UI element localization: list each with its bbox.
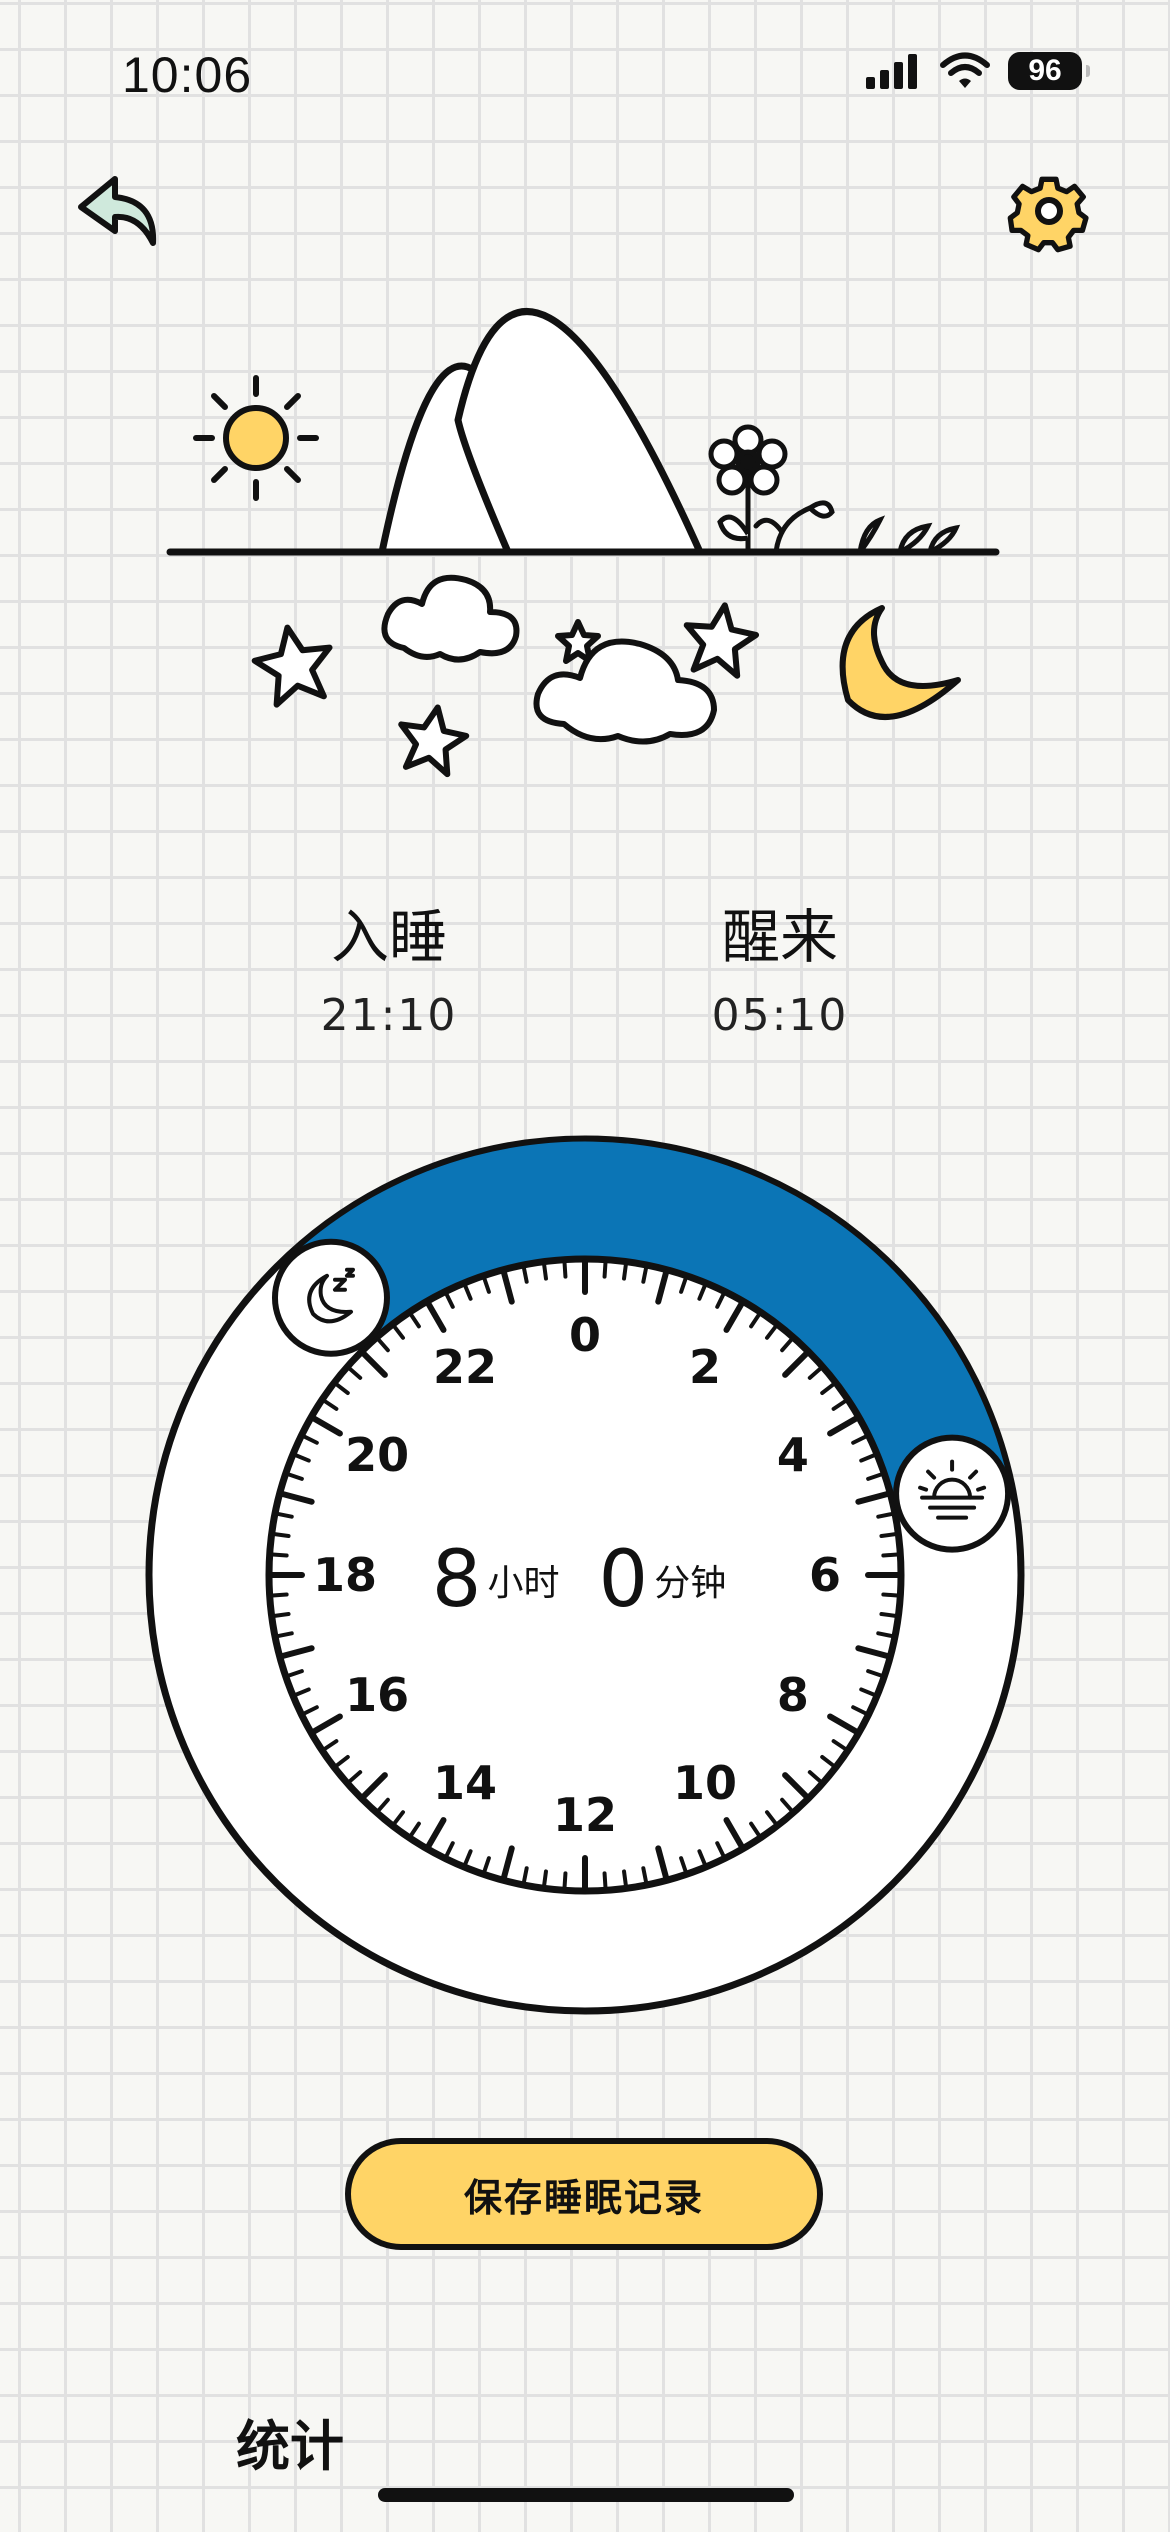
minor-tick (521, 1266, 529, 1284)
wake-value: 05:10 (711, 990, 849, 1041)
bedtime-value: 21:10 (320, 990, 458, 1041)
minor-tick (876, 1511, 894, 1519)
duration-hours: 8 (431, 1535, 482, 1625)
minor-tick (641, 1266, 649, 1284)
hour-label: 12 (553, 1788, 617, 1842)
mountains-icon (378, 308, 704, 556)
flower-icon (708, 424, 788, 552)
minor-tick (876, 1631, 894, 1639)
back-arrow-icon (78, 176, 157, 246)
minor-tick (602, 1260, 608, 1279)
moon-icon (839, 605, 961, 720)
minor-tick (641, 1866, 649, 1884)
sprouts-icon (753, 500, 961, 555)
landscape-illustration (166, 308, 1000, 778)
wifi-icon (940, 52, 990, 88)
back-button[interactable] (74, 166, 164, 256)
minor-tick (562, 1260, 568, 1279)
status-time: 10:06 (122, 47, 253, 103)
battery-tip (1086, 65, 1090, 77)
hours-unit: 小时 (487, 1563, 560, 1604)
minor-tick (562, 1871, 568, 1890)
bedtime-handle[interactable] (271, 1238, 390, 1357)
minor-tick (521, 1866, 529, 1884)
duration-readout: 8 小时 0 分钟 (0, 1535, 1170, 1625)
home-indicator (378, 2488, 794, 2502)
status-icons: 96 (864, 52, 1090, 90)
hour-label: 20 (345, 1428, 409, 1482)
hour-label: 10 (673, 1756, 737, 1810)
hour-label: 0 (569, 1308, 601, 1362)
battery-icon: 96 (1008, 52, 1082, 90)
minor-tick (276, 1511, 294, 1519)
minor-tick (622, 1869, 628, 1888)
minor-tick (622, 1262, 628, 1281)
bedtime-label: 入睡 (330, 903, 447, 971)
minor-tick (276, 1631, 294, 1639)
hour-label: 16 (345, 1668, 409, 1722)
minutes-unit: 分钟 (654, 1563, 727, 1604)
hour-label: 2 (689, 1340, 721, 1394)
stats-title: 统计 (236, 2415, 344, 2478)
signal-icon (866, 54, 917, 89)
duration-minutes: 0 (598, 1535, 649, 1625)
hour-label: 4 (777, 1428, 809, 1482)
hour-label: 22 (433, 1340, 497, 1394)
sun-icon (193, 375, 319, 501)
hour-label: 14 (433, 1756, 497, 1810)
hour-label: 8 (777, 1668, 809, 1722)
minor-tick (602, 1871, 608, 1890)
wake-handle[interactable] (893, 1434, 1012, 1553)
minor-tick (542, 1262, 548, 1281)
settings-button[interactable] (1004, 166, 1094, 256)
gear-icon (1007, 176, 1089, 253)
wake-label: 醒来 (721, 903, 838, 971)
minor-tick (542, 1869, 548, 1888)
save-sleep-record-button[interactable]: 保存睡眠记录 (345, 2138, 823, 2250)
